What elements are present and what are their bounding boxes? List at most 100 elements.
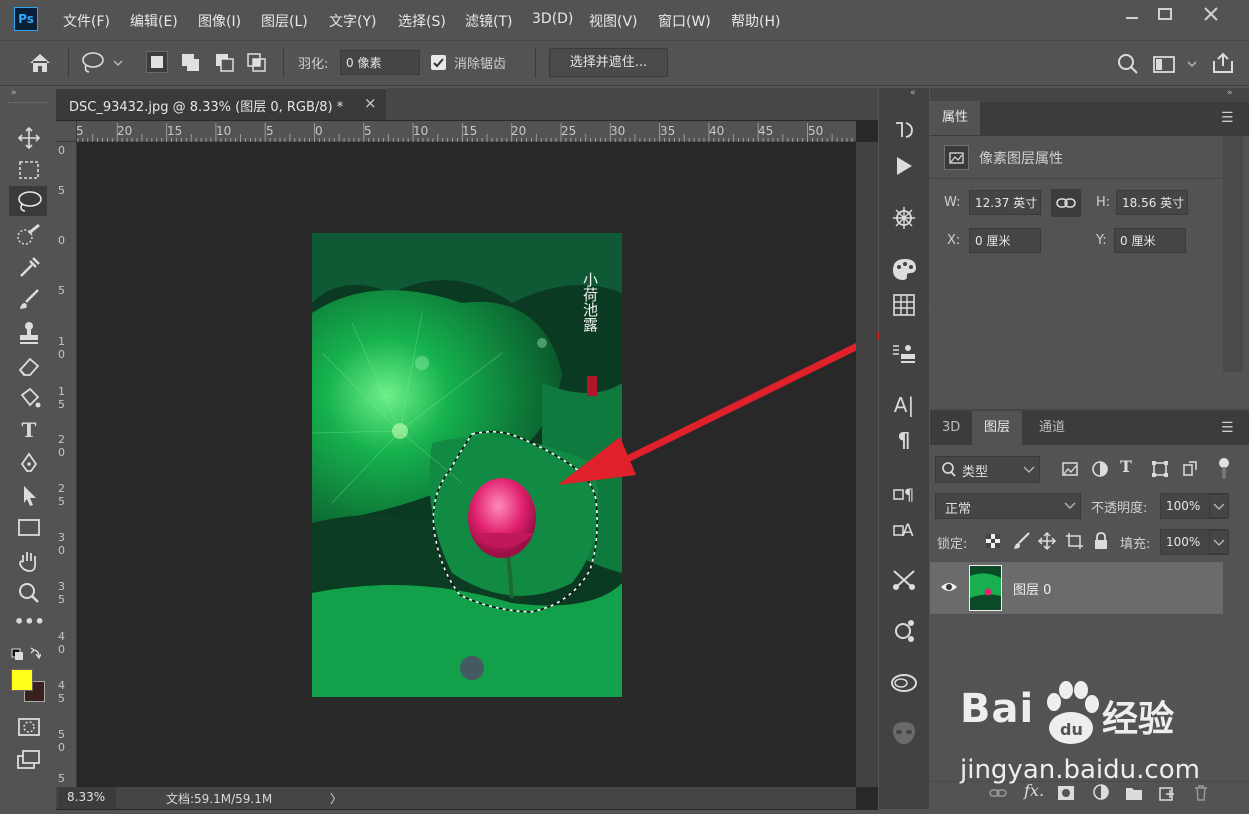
layer-name[interactable]: 图层 0: [1013, 579, 1051, 598]
hand-tool-icon[interactable]: [14, 548, 44, 574]
zoom-level[interactable]: 8.33%: [67, 790, 105, 804]
vertical-scrollbar[interactable]: [856, 142, 878, 787]
delete-layer-icon[interactable]: [1192, 783, 1210, 801]
lasso-tool-preset-icon[interactable]: [80, 50, 126, 74]
paragraph-icon[interactable]: ¶: [884, 428, 924, 456]
lock-transparent-pixels-icon[interactable]: [984, 532, 1002, 550]
y-input[interactable]: 0 厘米: [1114, 228, 1186, 253]
width-input[interactable]: 12.37 英寸: [969, 190, 1041, 215]
search-icon[interactable]: [1117, 53, 1139, 75]
menu-file[interactable]: 文件(F): [63, 11, 110, 31]
lock-artboard-icon[interactable]: [1064, 531, 1084, 551]
screen-mode-icon[interactable]: [14, 747, 44, 773]
add-mask-icon[interactable]: [1057, 785, 1075, 801]
add-to-selection-icon[interactable]: [180, 52, 202, 74]
menu-select[interactable]: 选择(S): [398, 11, 446, 31]
path-selection-tool-icon[interactable]: [14, 483, 44, 509]
new-adjustment-layer-icon[interactable]: [1093, 784, 1113, 802]
lasso-tool-icon[interactable]: [14, 189, 44, 215]
history-icon[interactable]: [884, 115, 924, 143]
menu-view[interactable]: 视图(V): [589, 11, 638, 31]
link-layers-icon[interactable]: [988, 785, 1008, 801]
character-icon[interactable]: A|: [884, 393, 924, 421]
rectangle-tool-icon[interactable]: [14, 515, 44, 541]
more-tools-icon[interactable]: •••: [14, 612, 45, 638]
menu-edit[interactable]: 编辑(E): [130, 11, 178, 31]
home-icon[interactable]: [28, 52, 52, 74]
x-input[interactable]: 0 厘米: [969, 228, 1041, 253]
lock-position-icon[interactable]: [1037, 531, 1057, 551]
filter-toggle-icon[interactable]: [1217, 457, 1231, 481]
lock-all-icon[interactable]: [1092, 531, 1110, 551]
tool-presets-icon[interactable]: [884, 565, 924, 593]
expand-icon[interactable]: «: [910, 88, 916, 98]
menu-filter[interactable]: 滤镜(T): [465, 11, 512, 31]
workspace-icon[interactable]: [1152, 54, 1198, 76]
actions-play-icon[interactable]: [884, 152, 924, 180]
move-tool-icon[interactable]: [14, 125, 44, 151]
marquee-tool-icon[interactable]: [14, 157, 44, 183]
blend-mode-select[interactable]: 正常: [935, 493, 1081, 519]
quick-selection-tool-icon[interactable]: [14, 222, 44, 248]
filter-smart-object-icon[interactable]: [1180, 459, 1200, 479]
eyedropper-tool-icon[interactable]: [14, 254, 44, 280]
brush-tool-icon[interactable]: [14, 287, 44, 313]
menu-3d[interactable]: 3D(D): [532, 11, 573, 27]
tab-channels[interactable]: 通道: [1027, 411, 1077, 445]
close-icon[interactable]: [1196, 4, 1226, 24]
character-styles-icon[interactable]: A: [884, 514, 924, 542]
collapse-panels-icon[interactable]: »: [1227, 88, 1233, 98]
eraser-tool-icon[interactable]: [14, 353, 44, 379]
navigator-icon[interactable]: [884, 204, 924, 232]
paint-bucket-tool-icon[interactable]: [14, 385, 44, 411]
zoom-tool-icon[interactable]: [14, 580, 44, 606]
foreground-color-swatch[interactable]: [11, 669, 33, 691]
panel-menu-icon[interactable]: ☰: [1221, 110, 1234, 126]
clone-source-icon[interactable]: [884, 340, 924, 368]
antialias-checkbox[interactable]: [431, 55, 446, 70]
ruler-origin[interactable]: [56, 121, 77, 142]
new-selection-icon[interactable]: [146, 51, 168, 73]
height-input[interactable]: 18.56 英寸: [1116, 190, 1188, 215]
status-menu-arrow[interactable]: 〉: [330, 790, 342, 807]
adobe-stock-icon[interactable]: [884, 719, 924, 747]
swatches-grid-icon[interactable]: [884, 291, 924, 319]
menu-layer[interactable]: 图层(L): [261, 11, 308, 31]
layer-visibility-eye-icon[interactable]: [940, 580, 958, 594]
menu-image[interactable]: 图像(I): [198, 11, 241, 31]
feather-input[interactable]: 0 像素: [340, 50, 420, 75]
learn-icon[interactable]: [884, 616, 924, 644]
menu-help[interactable]: 帮助(H): [731, 11, 780, 31]
restore-icon[interactable]: [1150, 4, 1180, 24]
link-dimensions-icon[interactable]: [1051, 189, 1081, 217]
filter-shape-icon[interactable]: [1150, 459, 1170, 479]
color-palette-icon[interactable]: [884, 255, 924, 283]
properties-tab[interactable]: 属性: [930, 101, 981, 135]
menu-window[interactable]: 窗口(W): [658, 11, 711, 31]
creative-cloud-icon[interactable]: [884, 668, 924, 696]
filter-adjustment-icon[interactable]: [1090, 459, 1110, 479]
tab-3d[interactable]: 3D: [930, 411, 972, 445]
properties-scrollbar[interactable]: [1223, 136, 1243, 372]
filter-pixel-icon[interactable]: [1060, 459, 1080, 479]
minimize-icon[interactable]: [1117, 4, 1147, 24]
layers-menu-icon[interactable]: ☰: [1221, 420, 1234, 436]
lock-image-pixels-icon[interactable]: [1011, 531, 1031, 551]
new-group-icon[interactable]: [1125, 785, 1143, 801]
paragraph-styles-icon[interactable]: ¶: [884, 480, 924, 508]
new-layer-icon[interactable]: [1158, 784, 1176, 802]
type-tool-icon[interactable]: T: [14, 418, 44, 444]
quick-mask-icon[interactable]: [14, 714, 44, 740]
menu-type[interactable]: 文字(Y): [329, 11, 376, 31]
select-and-mask-button[interactable]: 选择并遮住...: [549, 48, 668, 77]
fill-dropdown[interactable]: [1209, 530, 1229, 554]
pen-tool-icon[interactable]: [14, 451, 44, 477]
filter-kind-select[interactable]: 类型: [935, 456, 1040, 483]
filter-type-icon[interactable]: T: [1120, 457, 1140, 479]
tab-layers[interactable]: 图层: [972, 411, 1023, 445]
swap-colors-icon[interactable]: [11, 647, 42, 663]
subtract-from-selection-icon[interactable]: [214, 52, 236, 74]
collapse-icon[interactable]: »: [11, 88, 17, 98]
intersect-selection-icon[interactable]: [246, 52, 268, 74]
share-icon[interactable]: [1211, 51, 1235, 75]
